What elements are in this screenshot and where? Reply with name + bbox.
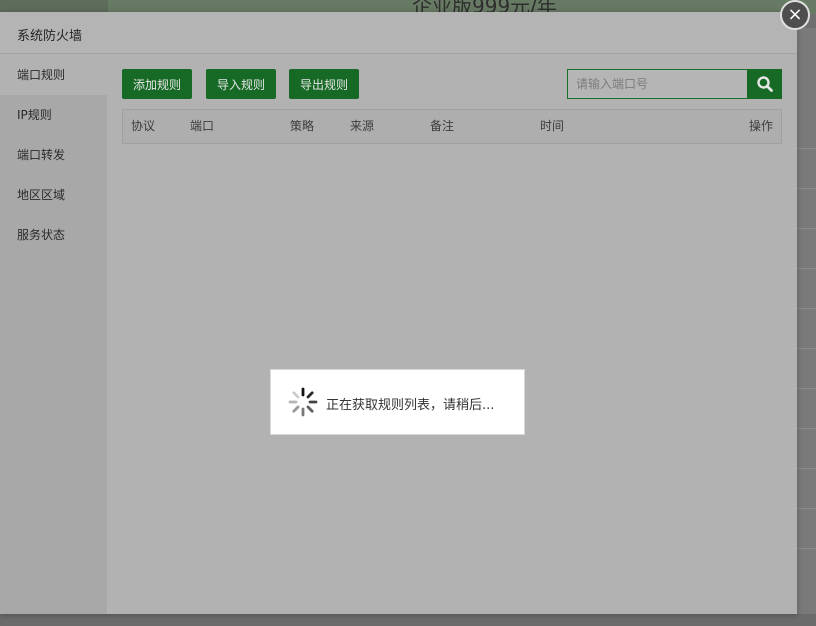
- export-rules-button[interactable]: 导出规则: [289, 69, 359, 99]
- import-rules-button[interactable]: 导入规则: [206, 69, 276, 99]
- background-right-panel: [797, 28, 816, 626]
- modal-title: 系统防火墙: [17, 29, 83, 44]
- column-time[interactable]: 时间: [540, 110, 564, 143]
- firewall-modal: 系统防火墙 端口规则 IP规则 端口转发 地区区域 服务状态 添加规则 导入规则…: [0, 12, 797, 614]
- search-icon: [756, 76, 773, 92]
- sidebar: 端口规则 IP规则 端口转发 地区区域 服务状态: [0, 55, 107, 614]
- sidebar-item-port-rules[interactable]: 端口规则: [0, 55, 107, 95]
- column-port[interactable]: 端口: [190, 110, 214, 143]
- loading-message: 正在获取规则列表，请稍后...: [326, 398, 495, 413]
- add-rule-button[interactable]: 添加规则: [122, 69, 192, 99]
- port-search-input[interactable]: [567, 69, 748, 99]
- close-icon: ×: [787, 4, 803, 25]
- column-policy[interactable]: 策略: [290, 110, 314, 143]
- sidebar-item-port-forwarding[interactable]: 端口转发: [0, 135, 107, 175]
- modal-header: 系统防火墙: [0, 12, 797, 54]
- sidebar-item-service-status[interactable]: 服务状态: [0, 215, 107, 255]
- sidebar-item-region[interactable]: 地区区域: [0, 175, 107, 215]
- column-remark[interactable]: 备注: [430, 110, 454, 143]
- rules-table-header: 协议 端口 策略 来源 备注 时间 操作: [122, 109, 782, 144]
- column-source[interactable]: 来源: [350, 110, 374, 143]
- column-actions: 操作: [749, 119, 774, 133]
- search-button[interactable]: [747, 69, 782, 99]
- column-protocol[interactable]: 协议: [131, 110, 155, 143]
- main-panel: 添加规则 导入规则 导出规则 协议 端口 策略 来源 备注 时间 操作: [107, 55, 797, 614]
- loading-dialog: 正在获取规则列表，请稍后...: [270, 369, 525, 435]
- sidebar-item-ip-rules[interactable]: IP规则: [0, 95, 107, 135]
- loading-spinner-icon: [288, 387, 318, 417]
- close-button[interactable]: ×: [780, 0, 810, 30]
